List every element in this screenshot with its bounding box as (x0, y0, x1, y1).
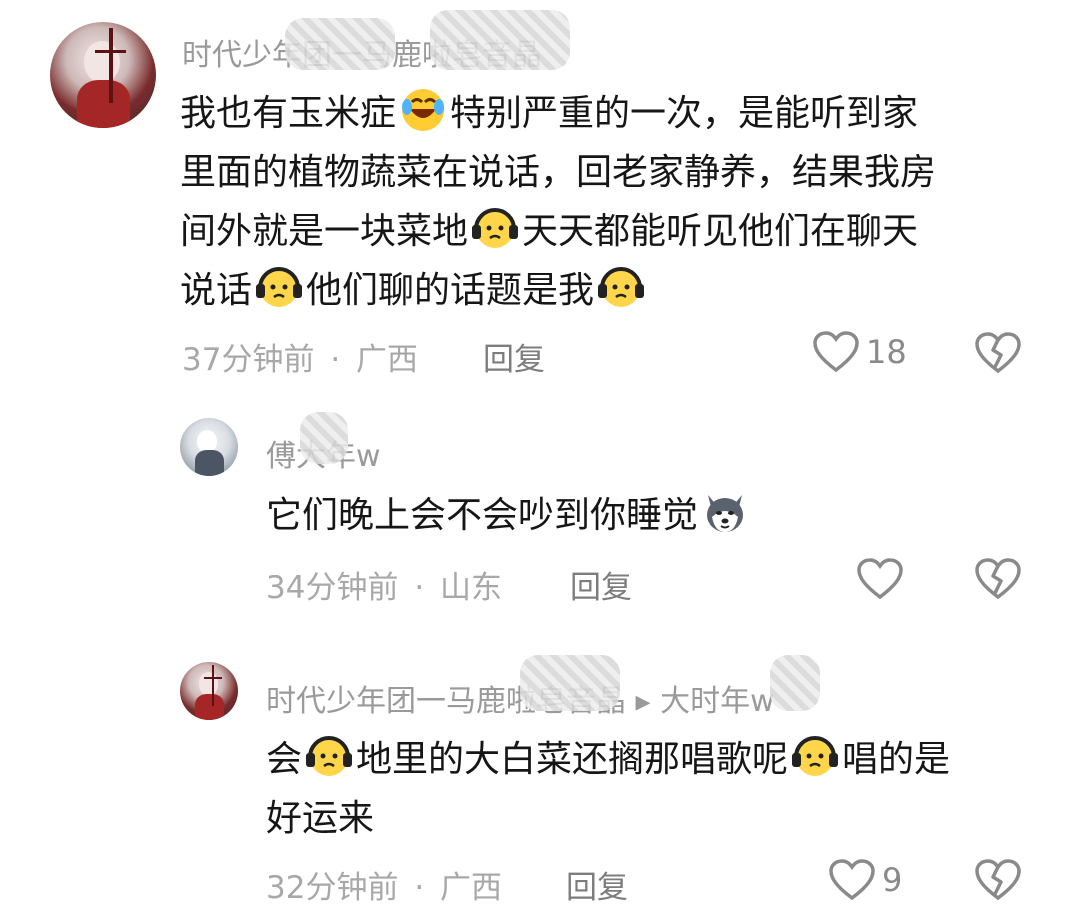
reply-button[interactable]: 回复 (483, 334, 545, 379)
comment-time: 32分钟前 (266, 870, 399, 906)
headphones-frown-emoji (254, 262, 304, 312)
comment-time: 37分钟前 (182, 342, 315, 378)
reply-button[interactable]: 回复 (566, 862, 628, 907)
meta-separator: · (414, 870, 425, 906)
comment-text: 我也有玉米症 特别严重的一次，是能听到家 里面的植物蔬菜在说话，回老家静养，结果我… (180, 84, 1040, 320)
husky-dog-emoji (700, 487, 750, 537)
username-blur (300, 412, 348, 464)
headphones-frown-emoji (304, 731, 354, 781)
like-count: 18 (866, 333, 907, 371)
comment-meta: 37分钟前 · 广西 (182, 334, 418, 379)
broken-heart-icon (974, 858, 1022, 902)
comment-meta: 34分钟前 · 山东 (266, 562, 502, 607)
comment-meta: 32分钟前 · 广西 (266, 862, 502, 907)
rolling-laughing-emoji (398, 85, 448, 135)
avatar[interactable] (50, 22, 156, 128)
reply-button[interactable]: 回复 (570, 562, 632, 607)
broken-heart-icon (974, 331, 1022, 375)
avatar[interactable] (180, 418, 238, 476)
username-blur (770, 655, 820, 711)
broken-heart-icon (974, 557, 1022, 601)
like-button[interactable]: 18 (812, 330, 907, 374)
meta-separator: · (414, 570, 425, 606)
like-button[interactable] (856, 557, 904, 601)
heart-outline-icon (812, 330, 860, 374)
heart-outline-icon (856, 557, 904, 601)
avatar[interactable] (180, 662, 238, 720)
meta-separator: · (330, 342, 341, 378)
comment-text: 会地里的大白菜还搁那唱歌呢 唱的是 好运来 (266, 730, 1046, 848)
dislike-button[interactable] (974, 858, 1022, 902)
dislike-button[interactable] (974, 331, 1022, 375)
comment-location: 广西 (440, 870, 503, 906)
comment-text: 它们晚上会不会吵到你睡觉 (266, 486, 1046, 545)
comment-time: 34分钟前 (266, 570, 399, 606)
like-count: 9 (882, 861, 903, 899)
heart-outline-icon (828, 858, 876, 902)
username-blur (520, 655, 620, 711)
headphones-frown-emoji (470, 203, 520, 253)
username-blur (285, 18, 395, 70)
like-button[interactable]: 9 (828, 858, 902, 902)
headphones-frown-emoji (790, 731, 840, 781)
comment-location: 山东 (440, 570, 503, 606)
dislike-button[interactable] (974, 557, 1022, 601)
headphones-frown-emoji (596, 262, 646, 312)
comment-location: 广西 (356, 342, 419, 378)
username-blur (430, 10, 570, 70)
